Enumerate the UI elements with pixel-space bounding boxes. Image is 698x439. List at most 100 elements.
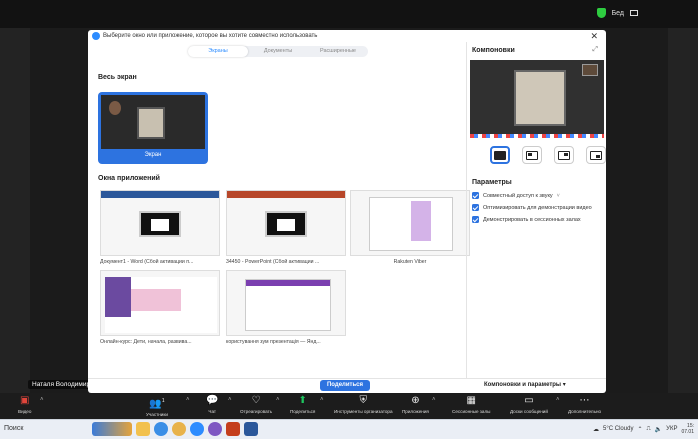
yandex-icon[interactable] — [172, 422, 186, 436]
layouts-params-link[interactable]: Компоновки и параметры ▾ — [484, 381, 566, 388]
word-icon[interactable] — [244, 422, 258, 436]
viber-icon[interactable] — [208, 422, 222, 436]
chevron-down-icon[interactable]: ˅ — [557, 193, 560, 199]
app-thumbnail — [100, 270, 220, 336]
tab-screens[interactable]: Экраны — [188, 46, 248, 57]
participant-name-tag: Наталя Володимир — [28, 380, 95, 389]
host-tools-button[interactable]: ⛨ Инструменты организатора — [334, 395, 393, 414]
app-caption: користування зум презентація — Янд... — [226, 339, 321, 345]
more-button[interactable]: ⋯ Дополнительно — [568, 395, 601, 414]
taskbar-widget-icon[interactable] — [92, 422, 132, 436]
camera-off-icon: ▣ — [19, 395, 30, 406]
optimize-video-checkbox[interactable] — [472, 204, 479, 211]
toolbar-label: Отреагировать — [240, 409, 273, 414]
meeting-side-right — [668, 28, 698, 398]
cloud-icon: ☁ — [593, 426, 600, 433]
share-button[interactable]: Поделиться — [320, 380, 370, 391]
toolbar-label: Видео — [18, 409, 32, 414]
toolbar-label: Чат — [208, 409, 217, 414]
system-tray: ☁ 5°C Cloudy ⌃ ⎍ 🔈 УКР 15: 07.01 — [593, 423, 694, 435]
volume-icon[interactable]: 🔈 — [655, 426, 662, 433]
clock[interactable]: 15: 07.01 — [681, 423, 694, 435]
breakout-rooms-checkbox[interactable] — [472, 216, 479, 223]
toolbar-label: Доски сообщений — [510, 409, 548, 414]
video-button[interactable]: ▣ Видео — [18, 395, 31, 414]
layout-dual-button[interactable] — [586, 146, 606, 164]
chrome-icon[interactable] — [154, 422, 168, 436]
share-audio-checkbox[interactable] — [472, 192, 479, 199]
share-tabs: Экраны Документы Расширенные — [188, 46, 368, 57]
apps-button[interactable]: ⊕ Приложения — [402, 395, 429, 414]
full-screen-title: Весь экран — [98, 74, 137, 81]
zoom-icon[interactable] — [190, 422, 204, 436]
chat-button[interactable]: 💬 Чат — [206, 395, 218, 414]
participants-button[interactable]: 👥1 Участники — [146, 395, 168, 417]
layout-preview — [470, 60, 604, 138]
chat-options-chevron-icon[interactable]: ˄ — [228, 397, 232, 403]
layouts-title: Компоновки — [472, 47, 515, 54]
app-tile-presentation[interactable]: користування зум презентація — Янд... — [226, 270, 346, 345]
app-tile-viber[interactable]: Rakuten Viber — [350, 190, 470, 265]
tray-expand-icon[interactable]: ⌃ — [637, 426, 642, 433]
taskbar-search[interactable]: Поиск — [4, 425, 23, 432]
option-breakout-rooms[interactable]: Демонстрировать в сессионных залах — [472, 216, 581, 223]
video-options-chevron-icon[interactable]: ˄ — [40, 397, 44, 403]
course-banner — [131, 289, 181, 311]
file-explorer-icon[interactable] — [136, 422, 150, 436]
breakout-rooms-button[interactable]: ▦ Сессионные залы — [452, 395, 490, 414]
apps-options-chevron-icon[interactable]: ˄ — [432, 397, 436, 403]
layouts-params-label: Компоновки и параметры — [484, 382, 562, 388]
network-icon[interactable]: ⎍ — [646, 426, 650, 433]
app-tile-powerpoint[interactable]: 34450 - PowerPoint (Сбой активации ... — [226, 190, 346, 265]
clock-date: 07.01 — [681, 429, 694, 435]
gallery-view-icon[interactable] — [630, 10, 638, 16]
layout-pip-button[interactable] — [522, 146, 542, 164]
taskbar-apps — [92, 422, 258, 436]
tab-advanced[interactable]: Расширенные — [308, 46, 368, 57]
weather-label[interactable]: 5°C Cloudy — [603, 426, 633, 432]
apps-icon: ⊕ — [411, 395, 420, 406]
option-share-audio[interactable]: Совместный доступ к звуку ˅ — [472, 192, 560, 199]
screen-option[interactable]: Экран — [98, 92, 208, 164]
share-screen-button[interactable]: ⬆ Поделиться — [290, 395, 315, 414]
option-optimize-video[interactable]: Оптимизировать для демонстрации видео — [472, 204, 592, 211]
whiteboard-icon: ▭ — [524, 395, 534, 406]
powerpoint-icon[interactable] — [226, 422, 240, 436]
pres-titlebar — [246, 280, 330, 286]
params-title: Параметры — [472, 179, 512, 186]
view-status-label[interactable]: Бед — [612, 10, 624, 17]
close-icon[interactable]: ✕ — [590, 31, 598, 42]
chat-icon: 💬 — [206, 395, 219, 406]
toolbar-label: Дополнительно — [568, 409, 602, 414]
layout-side-button[interactable] — [554, 146, 574, 164]
security-shield-icon[interactable] — [596, 8, 606, 18]
toolbar-label: Поделиться — [290, 409, 316, 414]
app-caption: Rakuten Viber — [393, 259, 427, 265]
layouts-pane: Компоновки ⤢ Параметры Совместный доступ — [468, 42, 606, 378]
participants-options-chevron-icon[interactable]: ˄ — [186, 397, 190, 403]
share-icon: ⬆ — [298, 395, 307, 406]
react-options-chevron-icon[interactable]: ˄ — [276, 397, 280, 403]
thumb-box — [151, 219, 169, 231]
toolbar-label: Сессионные залы — [452, 409, 491, 414]
share-options-chevron-icon[interactable]: ˄ — [320, 397, 324, 403]
app-windows-title: Окна приложений — [98, 175, 160, 182]
zoom-top-tray: Бед — [596, 8, 638, 18]
app-thumbnail — [226, 190, 346, 256]
app-tile-word[interactable]: Документ1 - Word (Сбой активации п... — [100, 190, 220, 265]
app-tile-course[interactable]: Онлайн-курс: Дети, начала, развива... — [100, 270, 220, 345]
whiteboards-button[interactable]: ▭ Доски сообщений — [510, 395, 548, 414]
react-button[interactable]: ♡ Отреагировать — [240, 395, 272, 414]
zoom-top-bar: Бед — [0, 0, 698, 28]
preview-pip — [582, 64, 598, 76]
thumb-box — [277, 219, 295, 231]
participants-count: 1 — [161, 398, 165, 404]
ppt-titlebar — [227, 191, 345, 198]
language-label[interactable]: УКР — [666, 426, 677, 432]
expand-icon[interactable]: ⤢ — [592, 46, 598, 54]
layout-standard-button[interactable] — [490, 146, 510, 164]
app-caption: Онлайн-курс: Дети, начала, развива... — [100, 339, 192, 345]
whiteboard-options-chevron-icon[interactable]: ˄ — [556, 397, 560, 403]
app-caption: Документ1 - Word (Сбой активации п... — [100, 259, 194, 265]
tab-documents[interactable]: Документы — [248, 46, 308, 57]
